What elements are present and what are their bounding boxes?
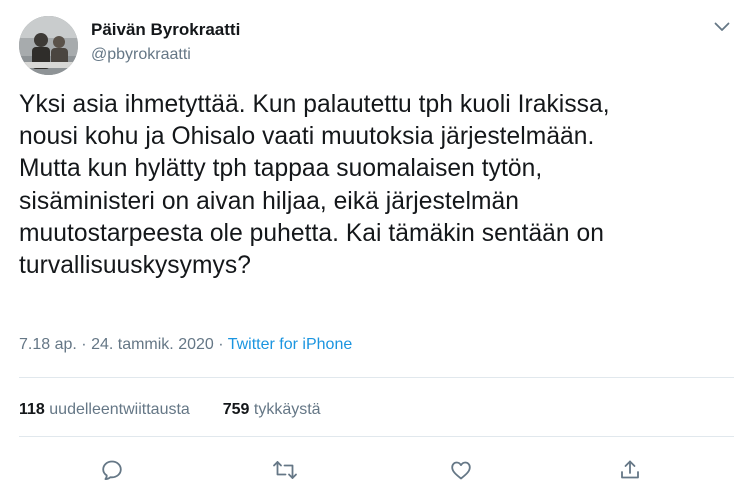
avatar[interactable] — [19, 16, 78, 75]
likes-count: 759 — [222, 401, 250, 418]
reply-button[interactable] — [97, 455, 127, 485]
likes-label: tykkäystä — [253, 401, 321, 418]
meta-separator: · — [81, 336, 87, 353]
share-icon — [621, 460, 639, 479]
tweet-time[interactable]: 7.18 ap. — [19, 336, 77, 353]
divider — [19, 436, 734, 437]
user-handle[interactable]: @pbyrokraatti — [91, 44, 240, 66]
likes-stat[interactable]: 759 tykkäystä — [223, 401, 321, 418]
retweets-stat[interactable]: 118 uudelleentwiittausta — [19, 401, 194, 418]
like-button[interactable] — [446, 455, 476, 485]
retweets-count: 118 — [19, 401, 45, 418]
tweet-text: Yksi asia ihmetyttää. Kun palautettu tph… — [19, 91, 610, 280]
meta-separator: · — [218, 336, 224, 353]
tweet-date[interactable]: 24. tammik. 2020 — [91, 336, 214, 353]
tweet-meta: 7.18 ap. · 24. tammik. 2020 · Twitter fo… — [19, 334, 352, 356]
retweet-icon — [273, 461, 297, 479]
like-icon — [451, 461, 471, 480]
retweets-label: uudelleentwiittausta — [49, 401, 190, 418]
more-options-chevron-down-icon[interactable] — [710, 15, 734, 39]
tweet-header: Päivän Byrokraatti @pbyrokraatti — [19, 15, 734, 75]
tweet-actions — [19, 455, 734, 485]
display-name[interactable]: Päivän Byrokraatti — [91, 19, 240, 41]
tweet-source-link[interactable]: Twitter for iPhone — [228, 336, 353, 353]
reply-icon — [102, 460, 122, 480]
share-button[interactable] — [615, 455, 645, 485]
retweet-button[interactable] — [270, 455, 300, 485]
divider — [19, 377, 734, 378]
tweet-stats: 118 uudelleentwiittausta 759 tykkäystä — [19, 399, 321, 421]
